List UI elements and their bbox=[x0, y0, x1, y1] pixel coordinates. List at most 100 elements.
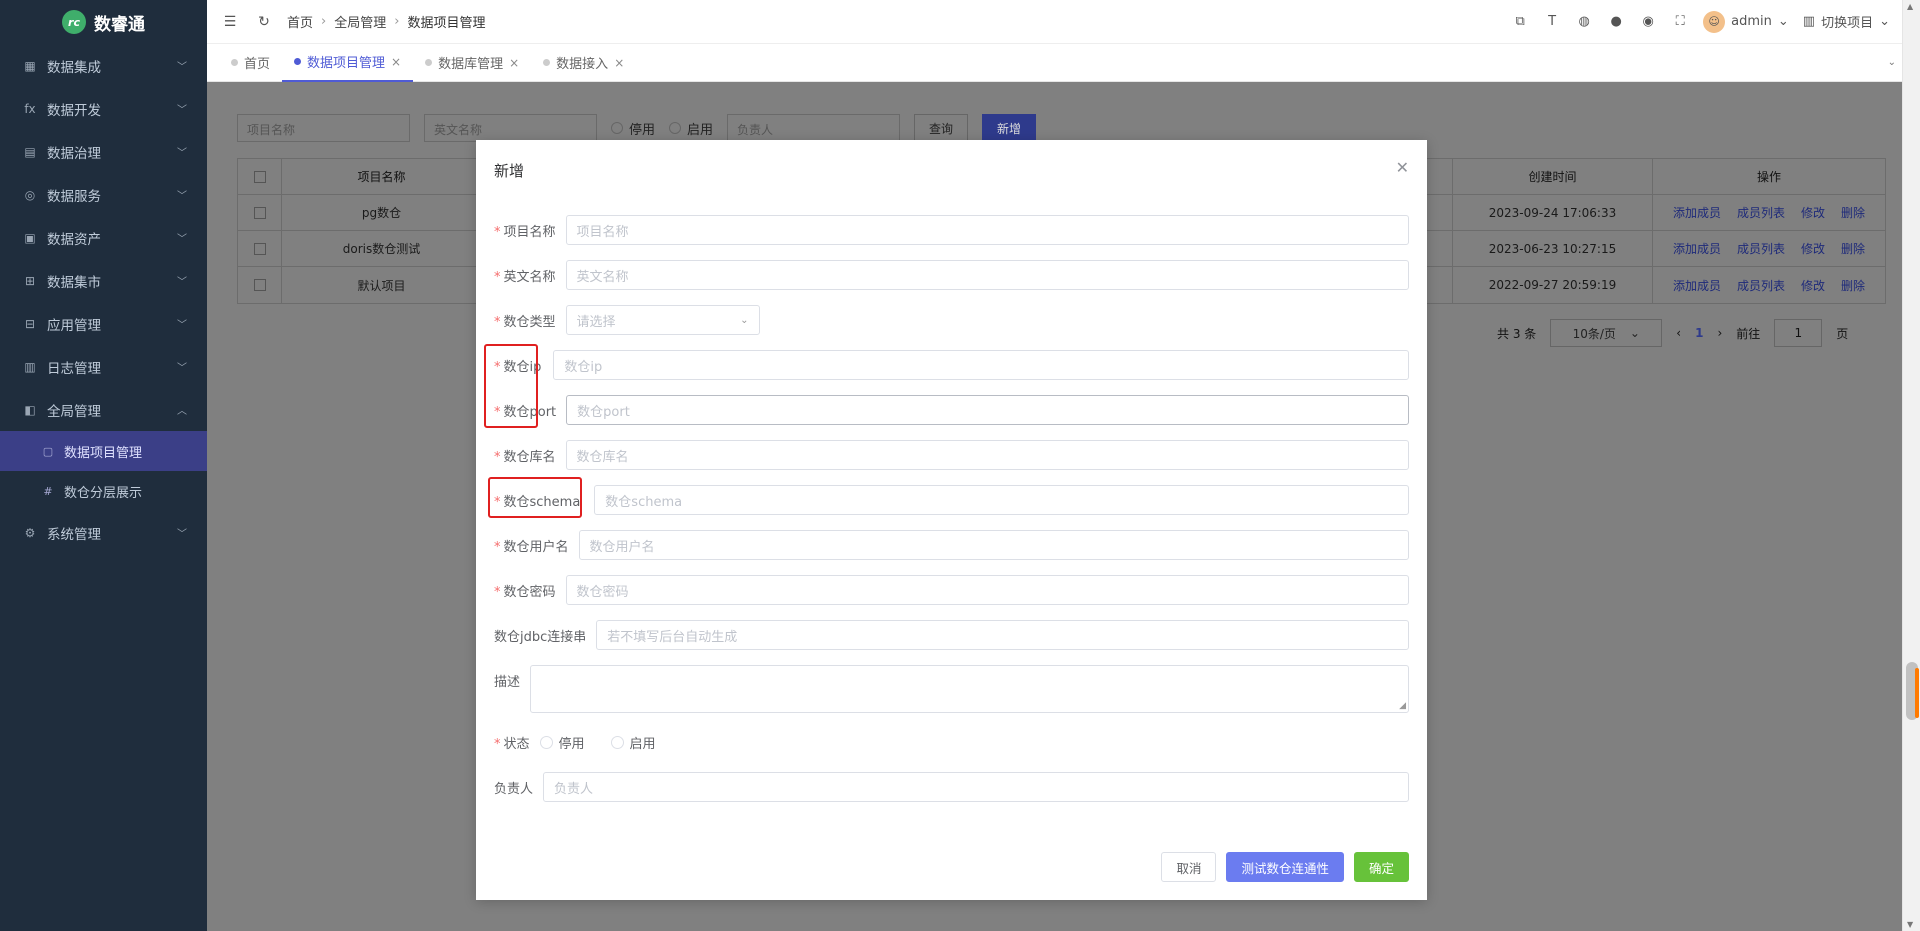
warehouse-type-label: * 数仓类型 bbox=[494, 314, 556, 330]
page-tabs: 首页 数据项目管理 × 数据库管理 × 数据接入 × ⌄ bbox=[207, 44, 1902, 82]
filter-project-name-input[interactable]: 项目名称 bbox=[237, 114, 410, 142]
header-created-time: 创建时间 bbox=[1453, 159, 1653, 194]
tab-2[interactable]: 数据库管理 × bbox=[413, 44, 531, 82]
sidebar-item-9[interactable]: ⚙ 系统管理 ﹀ bbox=[0, 511, 207, 554]
refresh-icon[interactable]: ↻ bbox=[253, 14, 275, 30]
row-created-time: 2023-06-23 10:27:15 bbox=[1453, 231, 1653, 266]
sidebar-item-2[interactable]: ▤ 数据治理 ﹀ bbox=[0, 130, 207, 173]
project-icon: ▢ bbox=[42, 444, 54, 458]
filter-english-name-input[interactable]: 英文名称 bbox=[424, 114, 597, 142]
tab-0[interactable]: 首页 bbox=[219, 44, 282, 82]
warehouse-user-input[interactable]: 数仓用户名 bbox=[578, 530, 1409, 560]
filter-owner-input[interactable]: 负责人 bbox=[727, 114, 901, 142]
status-radio-enabled[interactable]: 启用 bbox=[610, 733, 656, 752]
screenshot-icon[interactable]: ⧉ bbox=[1511, 14, 1529, 29]
sidebar-item-8[interactable]: ◧ 全局管理 ︿ bbox=[0, 388, 207, 431]
scroll-down-icon[interactable]: ▼ bbox=[1907, 920, 1913, 929]
tab-label: 数据项目管理 bbox=[307, 56, 386, 71]
warehouse-db-label: * 数仓库名 bbox=[494, 449, 556, 465]
github-icon[interactable]: ● bbox=[1607, 14, 1625, 29]
sidebar-item-5[interactable]: ⊞ 数据集市 ﹀ bbox=[0, 259, 207, 302]
warehouse-port-input[interactable]: 数仓port bbox=[566, 395, 1409, 425]
row-checkbox[interactable] bbox=[238, 267, 282, 303]
breadcrumb-home[interactable]: 首页 bbox=[287, 12, 313, 31]
row-op-link[interactable]: 修改 bbox=[1801, 204, 1825, 221]
sidebar-item-1[interactable]: fx 数据开发 ﹀ bbox=[0, 87, 207, 130]
row-checkbox[interactable] bbox=[238, 195, 282, 230]
row-op-link[interactable]: 添加成员 bbox=[1673, 240, 1721, 257]
app-logo[interactable]: rc 数睿通 bbox=[0, 0, 207, 44]
user-menu[interactable]: ☺ admin ⌄ bbox=[1703, 10, 1789, 33]
test-connection-button[interactable]: 测试数仓连通性 bbox=[1226, 852, 1344, 882]
breadcrumb-global[interactable]: 全局管理 bbox=[334, 12, 386, 31]
row-op-link[interactable]: 添加成员 bbox=[1673, 277, 1721, 294]
gitee-icon[interactable]: ◉ bbox=[1639, 14, 1657, 29]
tab-close-icon[interactable]: × bbox=[391, 55, 401, 69]
sidebar-item-label: 数据集市 bbox=[47, 274, 101, 291]
project-name-input[interactable]: 项目名称 bbox=[565, 215, 1409, 245]
confirm-button[interactable]: 确定 bbox=[1353, 852, 1409, 882]
row-op-link[interactable]: 成员列表 bbox=[1737, 240, 1785, 257]
row-op-link[interactable]: 修改 bbox=[1801, 240, 1825, 257]
row-op-link[interactable]: 添加成员 bbox=[1673, 204, 1721, 221]
add-project-dialog: 新增 ✕ * 项目名称 项目名称 * 英文名称 英文名称 * 数仓类型 请选择 ⌄ *… bbox=[476, 140, 1427, 900]
collapse-menu-icon[interactable]: ☰ bbox=[219, 14, 241, 30]
resize-handle-icon[interactable]: ◢ bbox=[1399, 701, 1406, 711]
breadcrumb-separator-icon: › bbox=[321, 14, 327, 29]
fullscreen-icon[interactable]: ⛶ bbox=[1671, 14, 1689, 29]
sidebar-item-7[interactable]: ▥ 日志管理 ﹀ bbox=[0, 345, 207, 388]
form-row-warehouse-db: * 数仓库名 数仓库名 bbox=[494, 440, 1409, 470]
warehouse-password-input[interactable]: 数仓密码 bbox=[565, 575, 1409, 605]
select-all-checkbox[interactable] bbox=[238, 159, 282, 194]
tab-3[interactable]: 数据接入 × bbox=[531, 44, 636, 82]
jdbc-url-input[interactable]: 若不填写后台自动生成 bbox=[596, 620, 1409, 650]
log-icon: ▥ bbox=[24, 359, 36, 374]
sidebar-item-6[interactable]: ⊟ 应用管理 ﹀ bbox=[0, 302, 207, 345]
filter-radio-enabled[interactable]: 启用 bbox=[669, 119, 713, 138]
tab-close-icon[interactable]: × bbox=[509, 56, 519, 70]
sidebar-subitem-0[interactable]: ▢ 数据项目管理 bbox=[0, 431, 207, 471]
prev-page-icon[interactable]: ‹ bbox=[1676, 326, 1681, 340]
warehouse-type-select[interactable]: 请选择 ⌄ bbox=[565, 305, 760, 335]
sidebar-item-4[interactable]: ▣ 数据资产 ﹀ bbox=[0, 216, 207, 259]
close-icon[interactable]: ✕ bbox=[1396, 158, 1409, 177]
goto-page-input[interactable]: 1 bbox=[1774, 319, 1823, 347]
sidebar-item-0[interactable]: ▦ 数据集成 ﹀ bbox=[0, 44, 207, 87]
cancel-button[interactable]: 取消 bbox=[1161, 852, 1217, 882]
warehouse-db-input[interactable]: 数仓库名 bbox=[565, 440, 1409, 470]
query-button[interactable]: 查询 bbox=[914, 114, 969, 142]
switch-project-menu[interactable]: ▥ 切换项目 ⌄ bbox=[1803, 12, 1890, 31]
tab-1[interactable]: 数据项目管理 × bbox=[282, 44, 414, 82]
warehouse-ip-input[interactable]: 数仓ip bbox=[553, 350, 1409, 380]
row-op-link[interactable]: 成员列表 bbox=[1737, 277, 1785, 294]
row-op-link[interactable]: 删除 bbox=[1841, 204, 1865, 221]
current-page[interactable]: 1 bbox=[1695, 326, 1703, 340]
owner-input[interactable]: 负责人 bbox=[543, 772, 1409, 802]
row-op-link[interactable]: 修改 bbox=[1801, 277, 1825, 294]
page-size-select[interactable]: 10条/页 ⌄ bbox=[1550, 319, 1663, 347]
description-textarea[interactable]: ◢ bbox=[530, 665, 1409, 713]
username: admin bbox=[1731, 14, 1772, 29]
filter-radio-disabled[interactable]: 停用 bbox=[611, 119, 655, 138]
pagination: 共 3 条 10条/页 ⌄ ‹ 1 › 前往 1 页 bbox=[1497, 319, 1848, 347]
font-size-icon[interactable]: T bbox=[1543, 14, 1561, 29]
row-checkbox[interactable] bbox=[238, 231, 282, 266]
row-op-link[interactable]: 删除 bbox=[1841, 277, 1865, 294]
sidebar-item-3[interactable]: ◎ 数据服务 ﹀ bbox=[0, 173, 207, 216]
status-radio-disabled[interactable]: 停用 bbox=[539, 733, 585, 752]
sidebar-item-label: 应用管理 bbox=[47, 317, 101, 334]
tab-close-icon[interactable]: × bbox=[614, 56, 624, 70]
row-operations: 添加成员 成员列表 修改 删除 bbox=[1653, 231, 1885, 266]
language-globe-icon[interactable]: ◍ bbox=[1575, 14, 1593, 29]
dialog-title: 新增 bbox=[494, 162, 525, 180]
warehouse-schema-input[interactable]: 数仓schema bbox=[594, 485, 1409, 515]
row-op-link[interactable]: 删除 bbox=[1841, 240, 1865, 257]
tabs-dropdown-icon[interactable]: ⌄ bbox=[1888, 57, 1896, 68]
english-name-input[interactable]: 英文名称 bbox=[565, 260, 1409, 290]
add-button[interactable]: 新增 bbox=[982, 114, 1037, 142]
row-op-link[interactable]: 成员列表 bbox=[1737, 204, 1785, 221]
page-scrollbar[interactable]: ▲ ▼ bbox=[1902, 0, 1920, 931]
sidebar-subitem-1[interactable]: # 数仓分层展示 bbox=[0, 471, 207, 511]
next-page-icon[interactable]: › bbox=[1717, 326, 1722, 340]
scroll-up-icon[interactable]: ▲ bbox=[1907, 2, 1913, 11]
